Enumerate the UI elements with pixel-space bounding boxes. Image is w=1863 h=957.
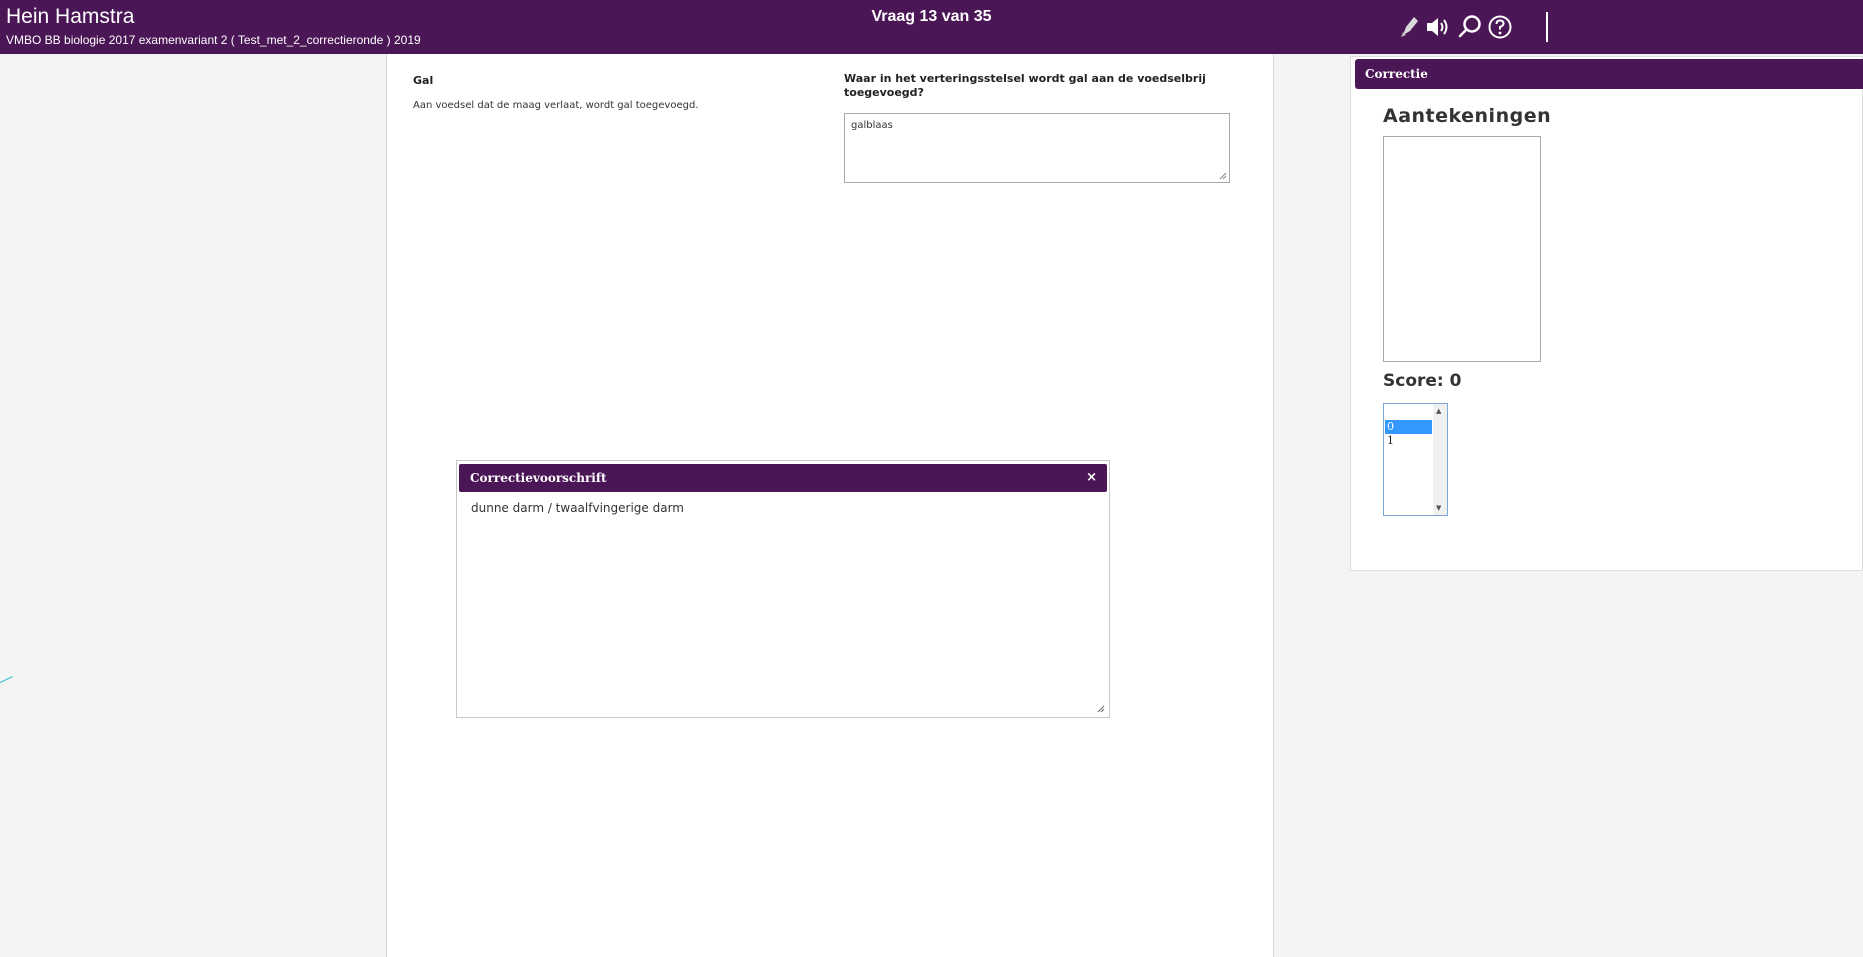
correction-guideline-dialog: Correctievoorschrift × dunne darm / twaa… — [456, 460, 1110, 718]
panel-header: Correctie — [1355, 59, 1863, 89]
exam-name: VMBO BB biologie 2017 examenvariant 2 ( … — [6, 33, 421, 47]
panel-title: Correctie — [1365, 67, 1428, 81]
dialog-title: Correctievoorschrift — [470, 471, 607, 485]
top-bar: Hein Hamstra VMBO BB biologie 2017 exame… — [0, 0, 1863, 54]
close-icon[interactable]: × — [1086, 470, 1097, 485]
question-text: Aan voedsel dat de maag verlaat, wordt g… — [413, 100, 699, 111]
decorative-line — [0, 676, 13, 683]
notes-field[interactable] — [1383, 136, 1541, 362]
resize-grip-icon[interactable] — [1219, 172, 1227, 180]
score-label: Score: 0 — [1383, 371, 1462, 391]
correction-panel: Correctie Aantekeningen Score: 0 0 1 ▲ ▼ — [1350, 56, 1863, 571]
scrollbar[interactable]: ▲ ▼ — [1433, 404, 1447, 515]
score-option[interactable]: 1 — [1385, 434, 1432, 448]
toolbar-separator — [1546, 12, 1548, 42]
answer-text: galblaas — [851, 120, 893, 131]
speaker-icon[interactable] — [1423, 12, 1453, 42]
answer-field[interactable]: galblaas — [844, 113, 1230, 183]
score-option[interactable]: 0 — [1385, 420, 1432, 434]
question-prompt: Waar in het verteringsstelsel wordt gal … — [844, 72, 1206, 99]
notes-label: Aantekeningen — [1383, 105, 1552, 127]
question-counter: Vraag 13 van 35 — [871, 8, 992, 25]
resize-grip-icon[interactable] — [1097, 705, 1105, 713]
scroll-down-icon[interactable]: ▼ — [1436, 504, 1441, 512]
dialog-header[interactable]: Correctievoorschrift × — [459, 464, 1107, 492]
help-icon[interactable] — [1485, 12, 1515, 42]
question-title: Gal — [413, 74, 434, 87]
dialog-body-text: dunne darm / twaalfvingerige darm — [471, 501, 684, 515]
score-listbox[interactable]: 0 1 ▲ ▼ — [1383, 403, 1448, 516]
search-icon[interactable] — [1455, 12, 1485, 42]
scroll-up-icon[interactable]: ▲ — [1436, 407, 1441, 415]
marker-icon[interactable] — [1395, 12, 1425, 42]
